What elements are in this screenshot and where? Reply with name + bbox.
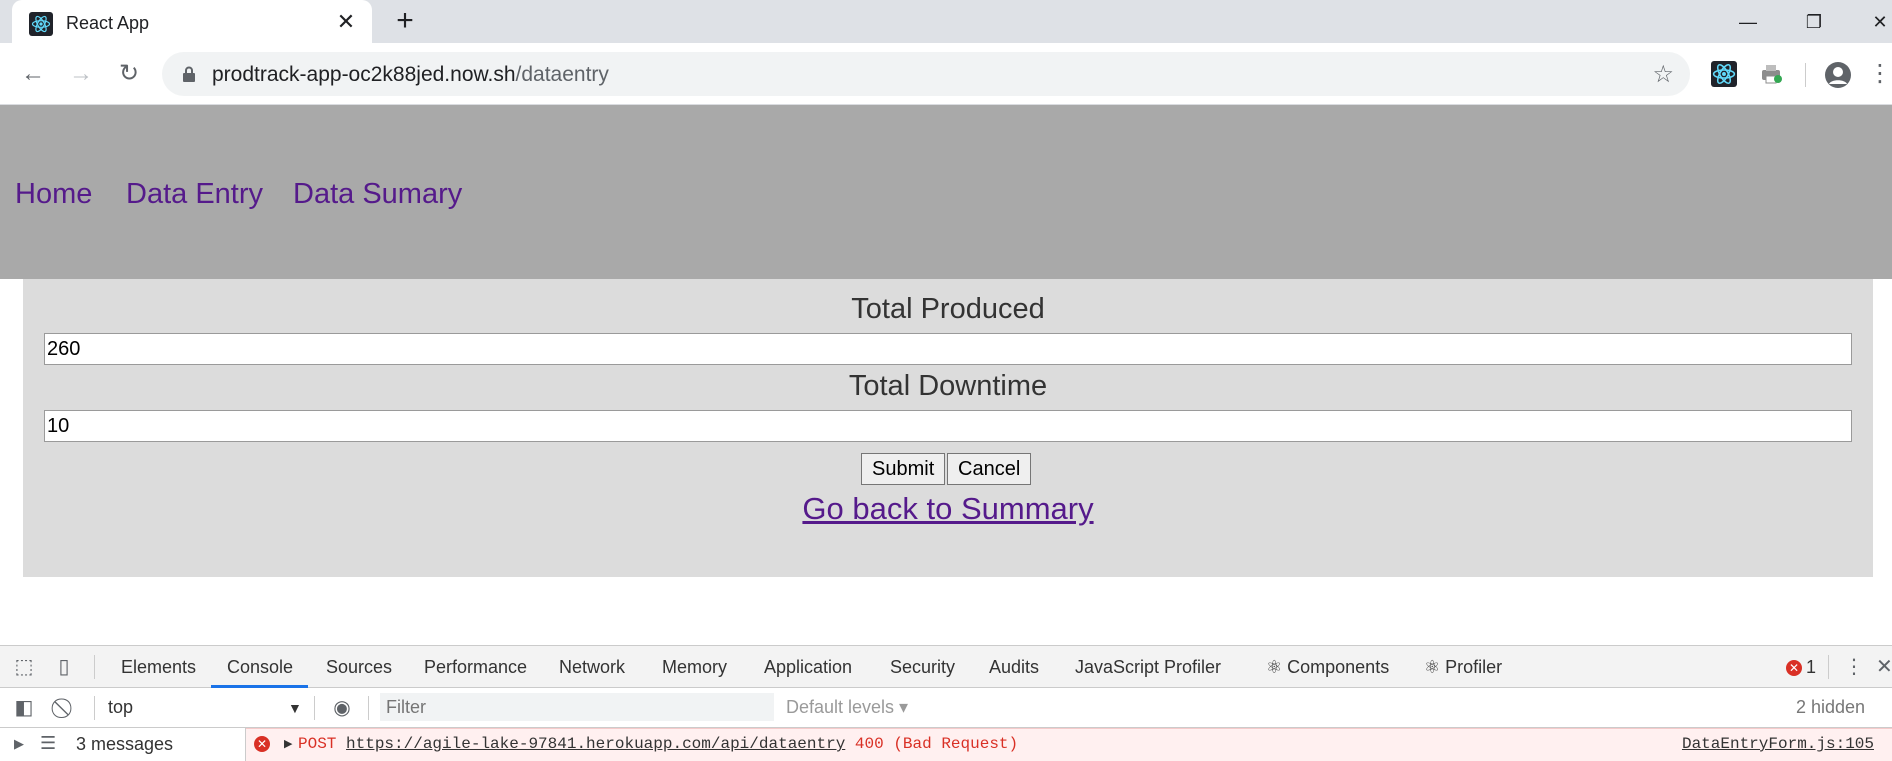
devtools-close-icon[interactable]: ✕ <box>1876 655 1892 679</box>
error-dot-icon: ✕ <box>1786 660 1802 676</box>
device-toolbar-icon[interactable]: ▯ <box>52 655 76 679</box>
devtools-tab-javascript-profiler[interactable]: JavaScript Profiler <box>1075 657 1221 678</box>
devtools-tab-bar: ⬚ ▯ Elements Console Sources Performance… <box>0 646 1892 688</box>
nav-link-data-entry[interactable]: Data Entry <box>126 178 263 211</box>
devtools-tab-console[interactable]: Console <box>227 657 293 678</box>
devtools-divider <box>94 655 95 679</box>
devtools-panel: ⬚ ▯ Elements Console Sources Performance… <box>0 645 1892 761</box>
tab-title: React App <box>66 13 150 33</box>
console-toolbar: ◧ ⃠ top ▼ ◉ Default levels ▾ 2 hidden <box>0 688 1892 728</box>
context-selector[interactable]: top <box>108 697 133 718</box>
devtools-divider <box>314 696 315 720</box>
devtools-divider <box>1828 655 1829 679</box>
error-method: POST <box>298 735 337 753</box>
new-tab-icon[interactable]: + <box>392 6 418 36</box>
nav-link-home[interactable]: Home <box>15 178 92 211</box>
url-text: prodtrack-app-oc2k88jed.now.sh/dataentry <box>212 63 609 87</box>
sidebar-toggle-icon[interactable]: ◧ <box>12 696 36 720</box>
error-source-link[interactable]: DataEntryForm.js:105 <box>1682 735 1874 753</box>
url-path: /dataentry <box>515 63 609 86</box>
devtools-tab-network[interactable]: Network <box>559 657 625 678</box>
cancel-button[interactable]: Cancel <box>947 453 1032 485</box>
devtools-tab-profiler[interactable]: ⚛ Profiler <box>1424 657 1502 678</box>
total-produced-label: Total Produced <box>851 293 1045 325</box>
devtools-tab-elements[interactable]: Elements <box>121 657 196 678</box>
total-downtime-input[interactable] <box>44 410 1852 442</box>
submit-button[interactable]: Submit <box>861 453 946 485</box>
live-expression-eye-icon[interactable]: ◉ <box>330 696 354 720</box>
messages-count[interactable]: 3 messages <box>76 734 173 755</box>
address-bar[interactable]: prodtrack-app-oc2k88jed.now.sh/dataentry… <box>162 52 1690 96</box>
bookmark-star-icon[interactable]: ☆ <box>1652 60 1674 89</box>
console-filter-input[interactable] <box>380 693 774 721</box>
dropdown-arrow-icon: ▼ <box>288 700 302 716</box>
console-body: ▶ ☰ 3 messages ✕ ▶ POST https://agile-la… <box>0 728 1892 761</box>
go-back-link-text[interactable]: Go back to Summary <box>802 491 1093 526</box>
log-levels-dropdown[interactable]: Default levels ▾ <box>786 697 908 718</box>
console-error-message: ✕ ▶ POST https://agile-lake-97841.heroku… <box>246 728 1892 761</box>
app-header: Home Data Entry Data Sumary <box>0 105 1892 279</box>
devtools-tab-application[interactable]: Application <box>764 657 852 678</box>
devtools-menu-icon[interactable]: ⋮ <box>1842 655 1866 679</box>
error-text: POST https://agile-lake-97841.herokuapp.… <box>298 735 1018 753</box>
profile-avatar-icon[interactable] <box>1824 61 1851 88</box>
tab-close-icon[interactable]: ✕ <box>334 10 358 34</box>
minimize-icon[interactable]: — <box>1728 8 1768 36</box>
devtools-tab-sources[interactable]: Sources <box>326 657 392 678</box>
devtools-divider <box>368 696 369 720</box>
console-sidebar: ▶ ☰ 3 messages <box>0 728 246 761</box>
tab-strip: React App ✕ + — ❐ ✕ <box>0 0 1892 43</box>
nav-link-data-summary[interactable]: Data Sumary <box>293 178 462 211</box>
reload-icon[interactable]: ↻ <box>112 57 146 91</box>
total-downtime-label: Total Downtime <box>848 370 1048 402</box>
list-icon: ☰ <box>40 733 57 753</box>
total-produced-input[interactable] <box>44 333 1852 365</box>
restore-icon[interactable]: ❐ <box>1794 8 1834 36</box>
close-window-icon[interactable]: ✕ <box>1860 8 1892 36</box>
devtools-tab-components[interactable]: ⚛ Components <box>1266 657 1389 678</box>
error-count: 1 <box>1806 657 1817 677</box>
error-url-link[interactable]: https://agile-lake-97841.herokuapp.com/a… <box>346 735 845 753</box>
url-host: prodtrack-app-oc2k88jed.now.sh <box>212 63 516 86</box>
error-status: 400 (Bad Request) <box>854 735 1019 753</box>
forward-arrow-icon[interactable]: → <box>64 57 98 91</box>
browser-tab[interactable]: React App ✕ <box>12 0 372 43</box>
error-icon: ✕ <box>254 736 270 752</box>
back-arrow-icon[interactable]: ← <box>16 57 50 91</box>
menu-kebab-icon[interactable]: ⋮ <box>1868 57 1892 91</box>
toolbar-divider <box>1805 63 1806 87</box>
expand-triangle-icon[interactable]: ▶ <box>284 737 292 750</box>
lock-icon <box>183 66 195 82</box>
go-back-to-summary-link: Go back to Summary <box>23 491 1873 527</box>
inspect-element-icon[interactable]: ⬚ <box>12 655 36 679</box>
printer-extension-icon[interactable] <box>1758 61 1784 87</box>
devtools-divider <box>94 696 95 720</box>
expand-triangle-icon[interactable]: ▶ <box>14 736 24 752</box>
devtools-tab-memory[interactable]: Memory <box>662 657 727 678</box>
react-favicon-icon <box>29 12 53 36</box>
devtools-tab-security[interactable]: Security <box>890 657 955 678</box>
error-count-badge[interactable]: ✕ 1 <box>1786 657 1816 678</box>
hidden-messages-count: 2 hidden <box>1796 697 1866 717</box>
react-devtools-extension-icon[interactable] <box>1711 61 1737 87</box>
browser-toolbar: ← → ↻ prodtrack-app-oc2k88jed.now.sh/dat… <box>0 43 1892 105</box>
data-entry-form: Total Produced Total Downtime Submit Can… <box>23 279 1873 577</box>
devtools-tab-performance[interactable]: Performance <box>424 657 527 678</box>
devtools-tab-audits[interactable]: Audits <box>989 657 1039 678</box>
clear-console-icon[interactable]: ⃠ <box>54 696 78 720</box>
